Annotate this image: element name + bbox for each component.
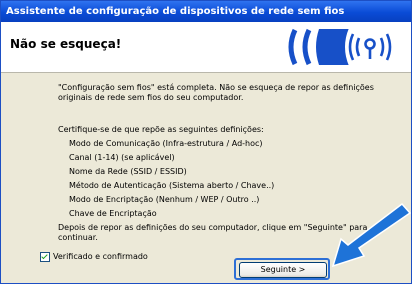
header-panel: Não se esqueça! (1, 22, 411, 73)
settings-list-item: Chave de Encriptação (69, 209, 157, 218)
window-title-bar: Assistente de configuração de dispositiv… (1, 1, 411, 22)
settings-list-item: Canal (1-14) (se aplicável) (69, 153, 175, 162)
next-instruction-line2: continuar. (58, 233, 98, 242)
check-prompt: Certifique-se de que repõe as seguintes … (58, 125, 264, 134)
wizard-window: Assistente de configuração de dispositiv… (0, 0, 412, 284)
verified-checkbox[interactable] (40, 252, 50, 262)
settings-list-item: Método de Autenticação (Sistema aberto /… (69, 181, 275, 190)
intro-text-line1: "Configuração sem fios" está completa. N… (58, 83, 374, 92)
settings-list-item: Modo de Comunicação (Infra-estrutura / A… (69, 139, 263, 148)
verified-checkbox-row[interactable]: Verificado e confirmado (40, 252, 148, 262)
settings-list-item: Modo de Encriptação (Nenhum / WEP / Outr… (69, 195, 260, 204)
next-button-highlight: Seguinte > (234, 258, 330, 280)
page-title: Não se esqueça! (10, 37, 122, 51)
pointer-arrow-icon (331, 202, 411, 268)
verified-checkbox-label: Verificado e confirmado (53, 252, 148, 261)
settings-list-item: Nome da Rede (SSID / ESSID) (69, 167, 187, 176)
content-panel: "Configuração sem fios" está completa. N… (1, 73, 411, 283)
intro-text-line2: originais de rede sem fios do seu comput… (58, 93, 244, 102)
next-button[interactable]: Seguinte > (239, 262, 327, 278)
wireless-signal-logo-icon (288, 28, 403, 66)
